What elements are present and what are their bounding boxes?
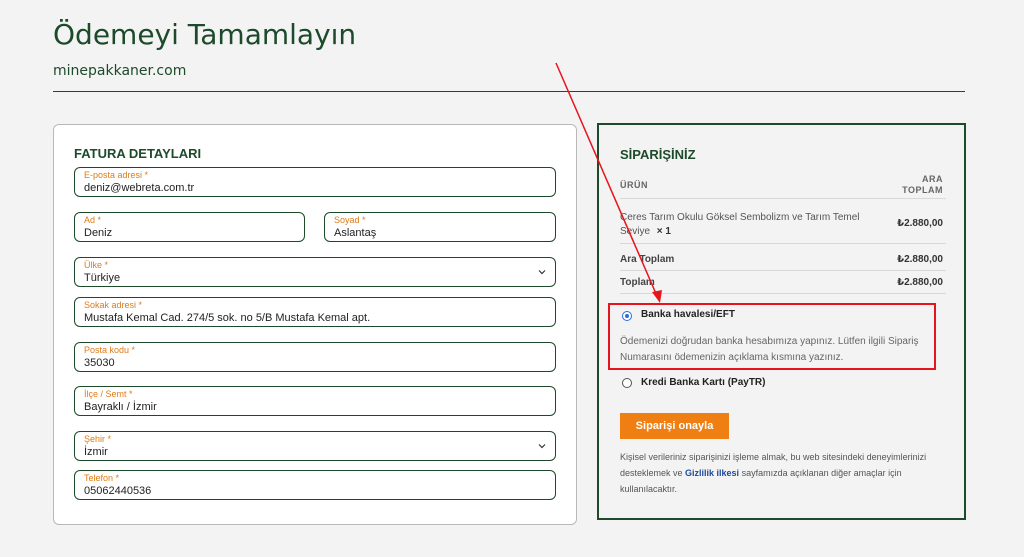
- district-value: Bayraklı / İzmir: [84, 401, 157, 413]
- email-value: deniz@webreta.com.tr: [84, 182, 195, 194]
- email-field[interactable]: E-posta adresi * deniz@webreta.com.tr: [74, 167, 556, 197]
- first-name-value: Deniz: [84, 227, 113, 239]
- district-field[interactable]: İlçe / Semt * Bayraklı / İzmir: [74, 386, 556, 416]
- order-title: SİPARİŞİNİZ: [620, 147, 696, 162]
- country-value: Türkiye: [84, 272, 121, 284]
- street-address-value: Mustafa Kemal Cad. 274/5 sok. no 5/B Mus…: [84, 312, 371, 324]
- column-subtotal-line2: TOPLAM: [902, 185, 943, 195]
- annotation-highlight-box: [608, 303, 936, 370]
- product-name: Ceres Tarım Okulu Göksel Sembolizm ve Ta…: [620, 211, 880, 239]
- column-product: ÜRÜN: [620, 180, 648, 190]
- product-quantity: × 1: [656, 226, 671, 237]
- postcode-label: Posta kodu *: [84, 345, 136, 355]
- phone-field[interactable]: Telefon * 05062440536: [74, 470, 556, 500]
- country-label: Ülke *: [84, 260, 109, 270]
- page-title: Ödemeyi Tamamlayın: [53, 18, 357, 51]
- column-subtotal-line1: ARA: [922, 174, 943, 184]
- phone-value: 05062440536: [84, 485, 152, 497]
- site-name: minepakkaner.com: [53, 63, 187, 79]
- divider: [620, 198, 946, 199]
- street-address-label: Sokak adresi *: [84, 300, 143, 310]
- email-label: E-posta adresi *: [84, 170, 149, 180]
- total-label: Toplam: [620, 277, 655, 288]
- divider: [620, 293, 946, 294]
- city-select[interactable]: Şehir * İzmir: [74, 431, 556, 461]
- total-amount: ₺2.880,00: [897, 277, 943, 288]
- privacy-policy-link[interactable]: Gizlilik ilkesi: [685, 468, 739, 478]
- column-subtotal: ARA TOPLAM: [902, 174, 943, 196]
- district-label: İlçe / Semt *: [84, 389, 133, 399]
- subtotal-amount: ₺2.880,00: [897, 254, 943, 265]
- postcode-value: 35030: [84, 357, 115, 369]
- street-address-field[interactable]: Sokak adresi * Mustafa Kemal Cad. 274/5 …: [74, 297, 556, 327]
- divider: [620, 243, 946, 244]
- credit-card-label[interactable]: Kredi Banka Kartı (PayTR): [641, 377, 765, 388]
- last-name-label: Soyad *: [334, 215, 366, 225]
- product-title: Ceres Tarım Okulu Göksel Sembolizm ve Ta…: [620, 212, 860, 237]
- billing-details-panel: FATURA DETAYLARI E-posta adresi * deniz@…: [53, 124, 577, 525]
- subtotal-label: Ara Toplam: [620, 254, 675, 265]
- credit-card-radio[interactable]: [622, 378, 632, 388]
- first-name-field[interactable]: Ad * Deniz: [74, 212, 305, 242]
- country-select[interactable]: Ülke * Türkiye: [74, 257, 556, 287]
- last-name-value: Aslantaş: [334, 227, 377, 239]
- first-name-label: Ad *: [84, 215, 102, 225]
- phone-label: Telefon *: [84, 473, 120, 483]
- postcode-field[interactable]: Posta kodu * 35030: [74, 342, 556, 372]
- product-amount: ₺2.880,00: [897, 218, 943, 229]
- header-divider: [53, 91, 965, 92]
- last-name-field[interactable]: Soyad * Aslantaş: [324, 212, 556, 242]
- chevron-down-icon: [538, 444, 546, 449]
- chevron-down-icon: [538, 270, 546, 275]
- privacy-notice: Kişisel verileriniz siparişinizi işleme …: [620, 449, 955, 497]
- city-label: Şehir *: [84, 434, 112, 444]
- divider: [620, 270, 946, 271]
- city-value: İzmir: [84, 446, 108, 458]
- place-order-button[interactable]: Siparişi onayla: [620, 413, 729, 439]
- billing-title: FATURA DETAYLARI: [74, 146, 202, 161]
